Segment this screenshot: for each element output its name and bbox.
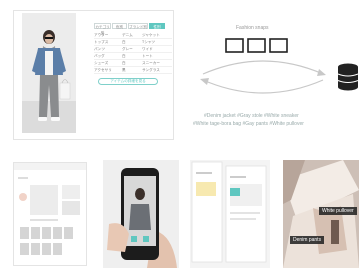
table-row: パンツ グレー ワイド	[94, 47, 172, 53]
diagram-title: Fashion snaps	[236, 25, 269, 31]
app-screens-photo	[190, 160, 270, 268]
cell-type: スニーカー	[142, 61, 160, 65]
item-table: カテゴリ別 色別 ブランド別 性別 アウター デニム ジャケット トップス 白 …	[94, 23, 172, 93]
cell-type: Tシャツ	[142, 40, 155, 44]
cell-category: トップス	[94, 40, 109, 44]
tab-gender[interactable]: 性別	[149, 23, 165, 29]
cell-color: 黒	[122, 68, 126, 72]
cell-category: バッグ	[94, 54, 105, 58]
hashtags-line-2: #White tage-bora bag #Gay pants #White p…	[193, 121, 304, 127]
cell-color: 白	[122, 54, 126, 58]
webpage-mockup	[14, 163, 86, 255]
cycle-arrows-icon	[200, 60, 326, 94]
cell-category: シューズ	[94, 61, 109, 65]
cell-color: グレー	[122, 47, 133, 51]
item-detail-button-label: アイテムの詳細を見る	[110, 79, 146, 83]
cell-category: アクセサリ	[94, 68, 112, 72]
cell-type: ジャケット	[142, 33, 160, 37]
item-detail-button[interactable]: アイテムの詳細を見る	[98, 78, 158, 85]
webpage-screenshot	[13, 162, 87, 266]
table-row: トップス 白 Tシャツ	[94, 40, 172, 46]
cell-color: 白	[122, 40, 126, 44]
cell-type: サングラス	[142, 68, 160, 72]
fashion-photo	[22, 13, 76, 133]
tab-category[interactable]: カテゴリ別	[94, 23, 111, 35]
table-row: シューズ 白 スニーカー	[94, 61, 172, 67]
tab-color[interactable]: 色別	[112, 23, 127, 29]
cell-type: トート	[142, 54, 153, 58]
cell-type: ワイド	[142, 47, 153, 51]
flow-arrows	[195, 42, 335, 104]
cell-color: デニム	[122, 33, 133, 37]
database-icon	[337, 63, 359, 91]
cell-category: アウター	[94, 33, 109, 37]
phone-photo	[103, 160, 179, 268]
label-white-pullover: White pullover	[319, 207, 357, 215]
hashtags-line-1: #Denim jacket #Gray stole #White sneaker	[204, 113, 299, 119]
app-screens-mockup	[190, 160, 270, 268]
label-denim-pants: Denim pants	[290, 236, 325, 244]
tab-brand[interactable]: ブランド別	[128, 23, 148, 29]
table-row: バッグ 白 トート	[94, 54, 172, 60]
table-row: アクセサリ 黒 サングラス	[94, 68, 172, 74]
cell-category: パンツ	[94, 47, 105, 51]
table-row: アウター デニム ジャケット	[94, 33, 172, 39]
model-illustration	[22, 13, 76, 133]
smartphone-in-hand	[103, 160, 179, 268]
cell-color: 白	[122, 61, 126, 65]
